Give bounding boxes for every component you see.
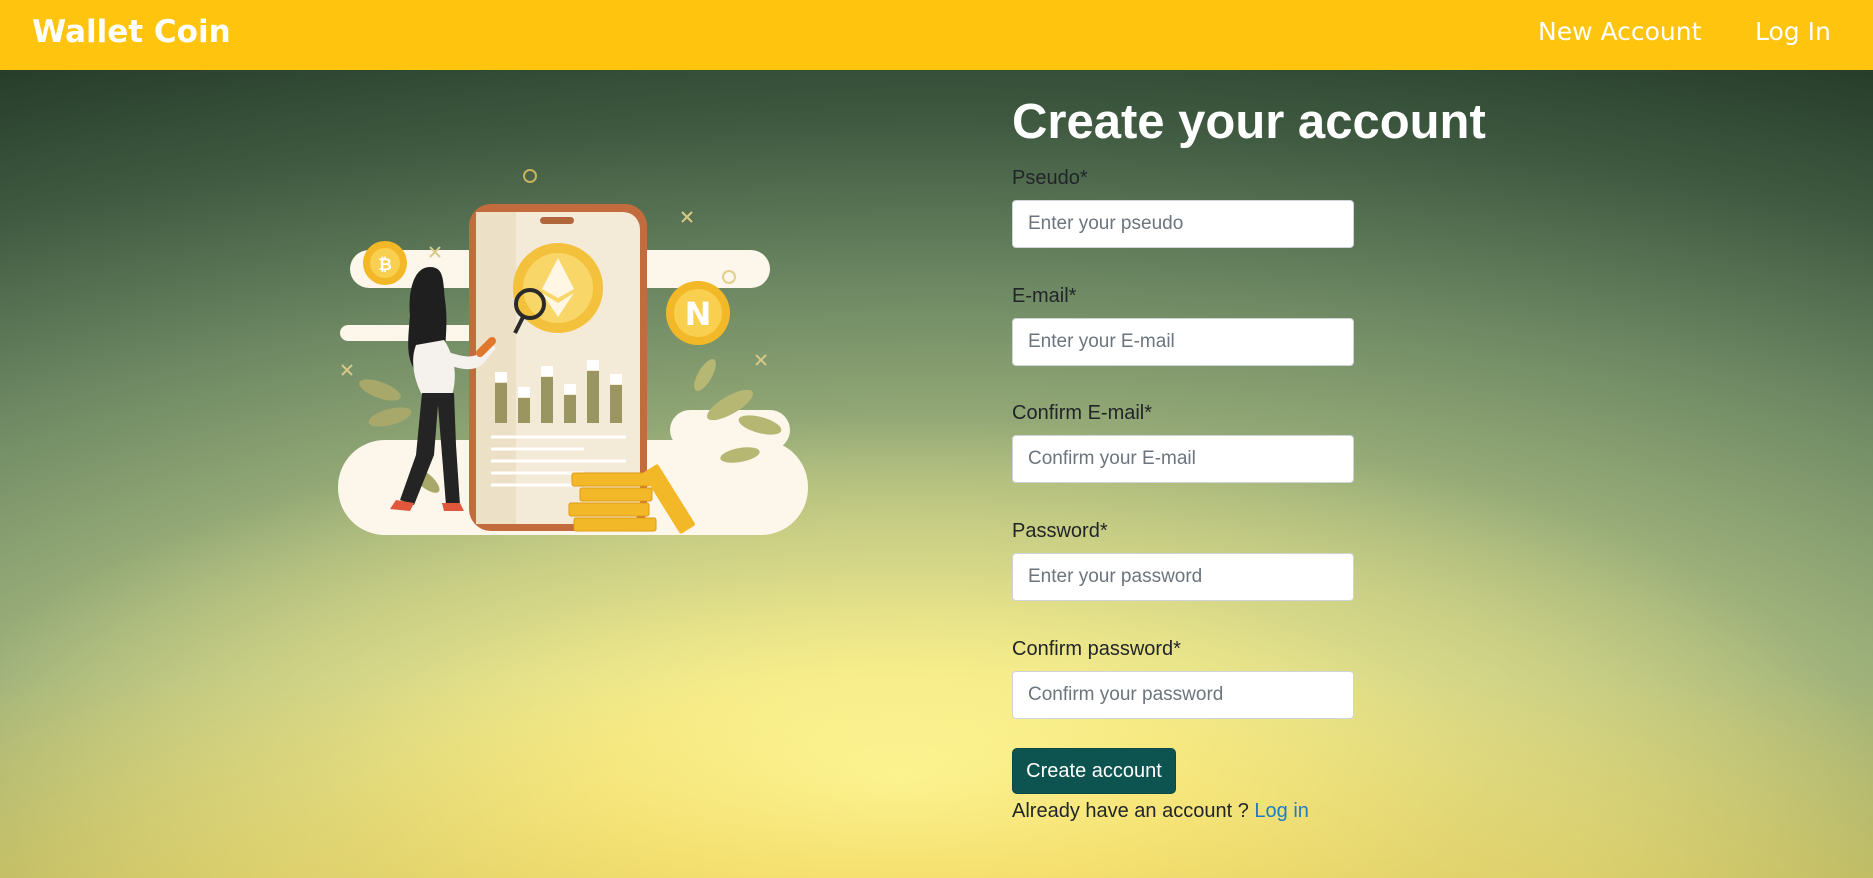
confirm-email-label: Confirm E-mail* — [1012, 402, 1153, 424]
brand-logo[interactable]: Wallet Coin — [32, 12, 231, 52]
crypto-illustration: ₿ N — [338, 169, 808, 535]
nav-new-account-link[interactable]: New Account — [1538, 14, 1701, 50]
login-prompt: Already have an account ? Log in — [1012, 800, 1309, 823]
password-label: Password* — [1012, 520, 1108, 542]
nav-log-in-link[interactable]: Log In — [1755, 14, 1831, 50]
hero-background — [0, 70, 1873, 878]
svg-text:N: N — [685, 295, 712, 333]
pseudo-input[interactable] — [1012, 200, 1354, 248]
login-link[interactable]: Log in — [1254, 800, 1309, 822]
confirm-password-input[interactable] — [1012, 671, 1354, 719]
signup-form: Create your account Pseudo* E-mail* Conf… — [1012, 92, 1612, 822]
svg-text:₿: ₿ — [378, 255, 392, 275]
login-prompt-text: Already have an account ? — [1012, 800, 1249, 822]
email-input[interactable] — [1012, 318, 1354, 366]
create-account-button[interactable]: Create account — [1012, 748, 1176, 794]
confirm-email-input[interactable] — [1012, 435, 1354, 483]
email-label: E-mail* — [1012, 285, 1077, 307]
pseudo-label: Pseudo* — [1012, 167, 1088, 189]
password-input[interactable] — [1012, 553, 1354, 601]
confirm-password-label: Confirm password* — [1012, 638, 1181, 660]
page-title: Create your account — [1012, 95, 1486, 149]
top-navbar: Wallet Coin New Account Log In — [0, 0, 1873, 70]
